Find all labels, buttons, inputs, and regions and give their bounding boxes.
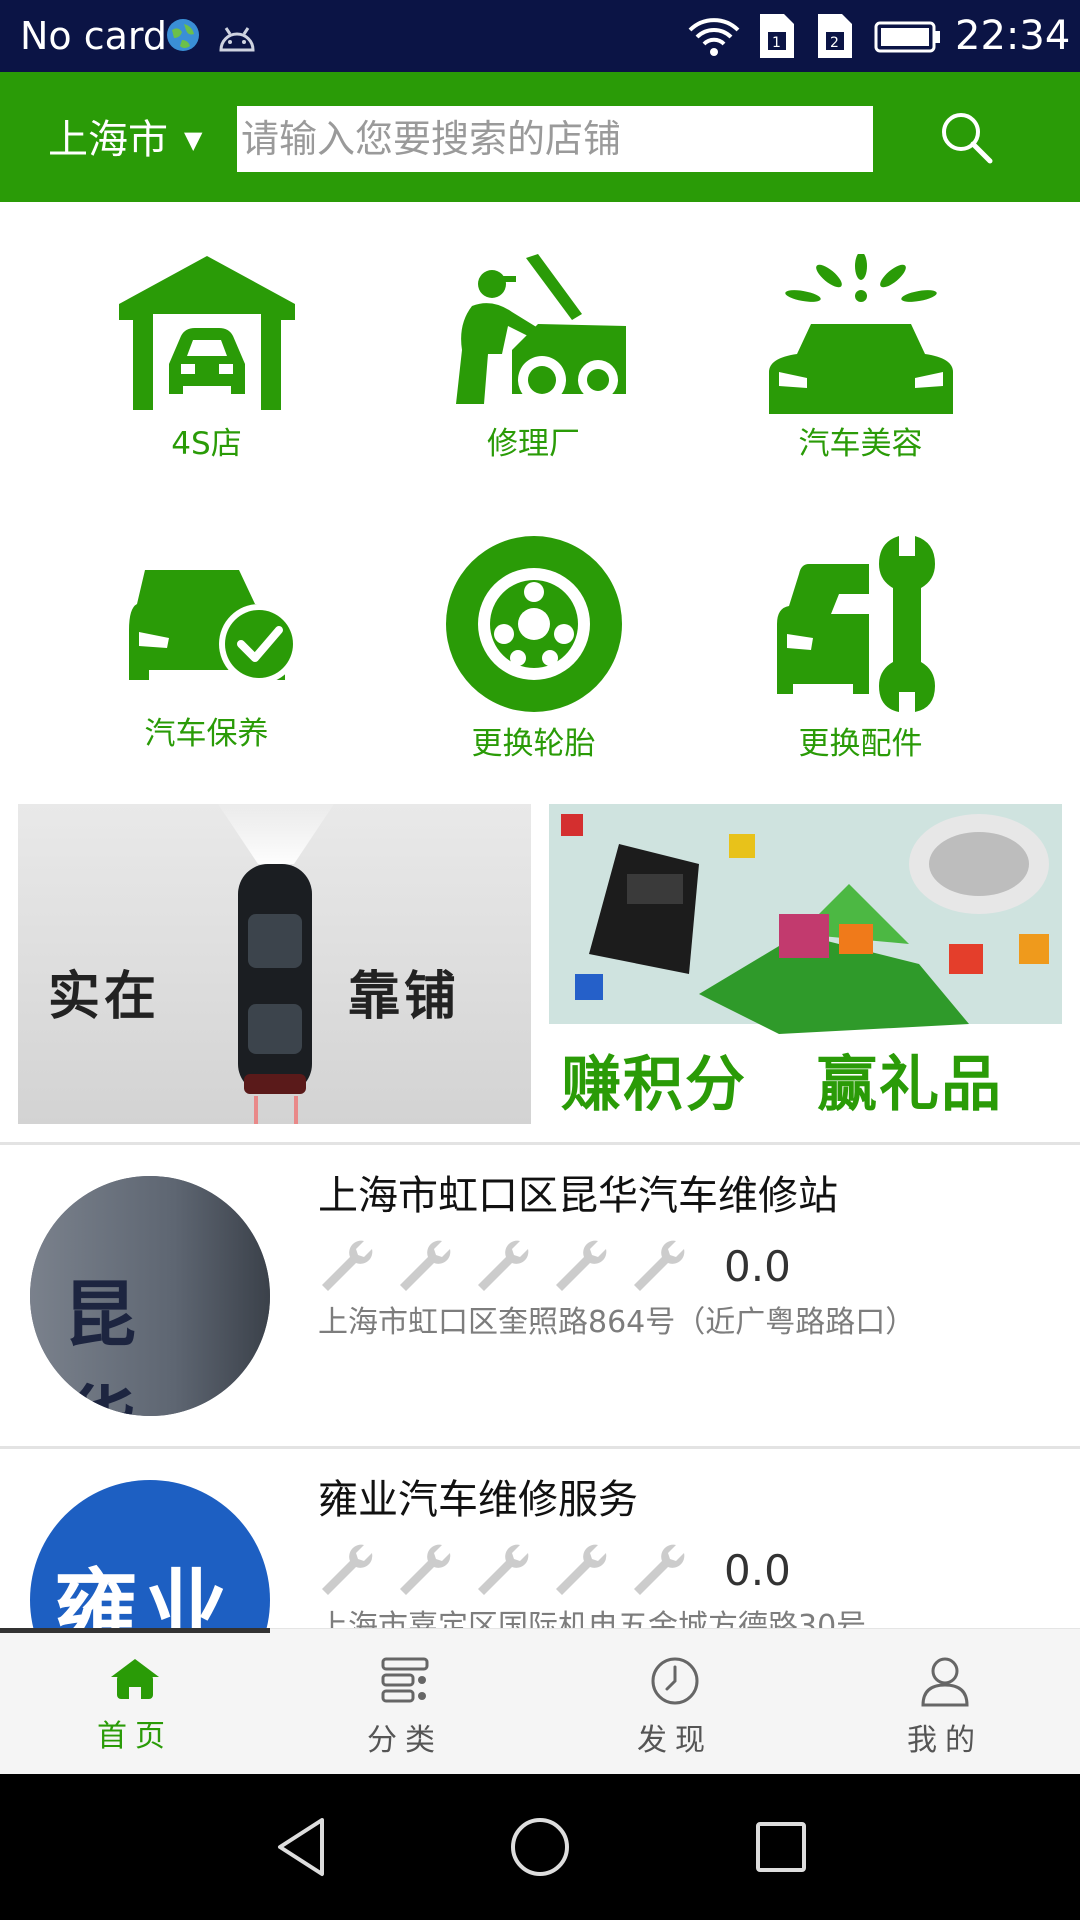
clock-text: 22:34 [955,13,1071,59]
sim1-icon: 1 [760,14,794,58]
tab-label: 发现 [637,1723,713,1758]
active-tab-indicator [0,1628,270,1633]
search-box[interactable] [237,106,873,172]
category-parts-change[interactable]: 更换配件 [697,534,1024,764]
category-car-beauty[interactable]: 汽车美容 [697,254,1024,464]
tab-home[interactable]: 首页 [0,1629,270,1775]
tab-profile[interactable]: 我的 [810,1629,1080,1775]
tire-icon [445,536,622,712]
wrench-icon [322,1544,373,1595]
category-label: 更换轮胎 [471,726,596,762]
banner-earn-points[interactable]: 赚积分 赢礼品 [549,804,1062,1124]
shop-avatar-text: 昆 华 [64,1273,155,1416]
category-icon [381,1657,429,1703]
caret-down-icon: ▼ [184,126,203,154]
mechanic-icon [455,254,626,404]
globe-icon [167,19,199,51]
category-label: 修理厂 [487,426,580,462]
category-label: 汽车保养 [144,716,269,752]
banner-solid-store[interactable]: 实在 靠铺 [18,804,531,1124]
profile-icon [921,1657,969,1707]
shop-score: 0.0 [724,1241,791,1291]
wifi-icon [688,18,740,56]
sim2-icon: 2 [818,14,852,58]
banner-word-right: 赢礼品 [817,1050,1003,1120]
banner-word-right: 靠铺 [348,967,461,1027]
search-icon[interactable] [936,107,996,167]
system-nav-bar [0,1774,1080,1920]
shop-avatar: 昆 华 [30,1176,270,1416]
battery-icon [874,21,940,53]
shop-name: 雍业汽车维修服务 [318,1477,638,1523]
wrench-icon [634,1544,685,1595]
banner-word-left: 赚积分 [561,1050,747,1120]
svg-text:2: 2 [830,35,839,51]
car-beauty-icon [768,254,953,414]
bottom-nav: 首页 分类 发现 我的 [0,1628,1080,1774]
shop-list-item[interactable]: 昆 华 上海市虹口区昆华汽车维修站 0.0 上海市虹口区奎照路864号（近广粤路… [0,1146,1080,1446]
svg-text:1: 1 [772,35,781,51]
home-icon [111,1659,159,1699]
category-label: 4S店 [171,426,242,462]
category-tire-change[interactable]: 更换轮胎 [370,534,697,764]
tab-category[interactable]: 分类 [270,1629,540,1775]
category-car-maintenance[interactable]: 汽车保养 [43,534,370,754]
discover-clock-icon [651,1657,699,1705]
list-divider [0,1142,1080,1145]
tab-label: 我的 [907,1723,983,1758]
app-screen: No card 1 2 22:34 上海市 ▼ 请输入您要搜索的店铺 4S店 修… [0,0,1080,1920]
back-icon[interactable] [272,1814,332,1880]
wrench-icon [400,1544,451,1595]
shop-address: 上海市虹口区奎照路864号（近广粤路路口） [318,1305,916,1340]
wrench-icon [556,1240,607,1291]
category-4s[interactable]: 4S店 [43,254,370,464]
wrench-icon [478,1240,529,1291]
recents-icon[interactable] [752,1814,810,1880]
banner-word-left: 实在 [48,967,161,1027]
car-check-icon [128,570,299,684]
list-divider [0,1446,1080,1449]
wrench-icon [400,1240,451,1291]
app-header: 上海市 ▼ [0,72,1080,202]
parts-wrench-icon [776,536,935,712]
shop-score: 0.0 [724,1545,791,1595]
android-icon [219,27,255,52]
city-selector[interactable]: 上海市 ▼ [48,112,202,168]
wrench-icon [478,1544,529,1595]
city-label: 上海市 [48,117,168,163]
wrench-icon [556,1544,607,1595]
category-label: 汽车美容 [798,426,923,462]
search-input[interactable] [237,106,873,172]
category-label: 更换配件 [798,726,923,762]
shop-rating: 0.0 [318,1238,791,1294]
shop-name: 上海市虹口区昆华汽车维修站 [318,1173,838,1219]
shop-rating: 0.0 [318,1542,791,1598]
tab-label: 首页 [97,1719,173,1754]
carrier-text: No card [20,14,168,58]
tab-discover[interactable]: 发现 [540,1629,810,1775]
status-bar: No card 1 2 22:34 [0,0,1080,72]
garage-icon [118,256,295,410]
home-circle-icon[interactable] [508,1814,572,1880]
tab-label: 分类 [367,1723,443,1758]
wrench-icon [322,1240,373,1291]
category-repair-shop[interactable]: 修理厂 [370,254,697,464]
wrench-icon [634,1240,685,1291]
